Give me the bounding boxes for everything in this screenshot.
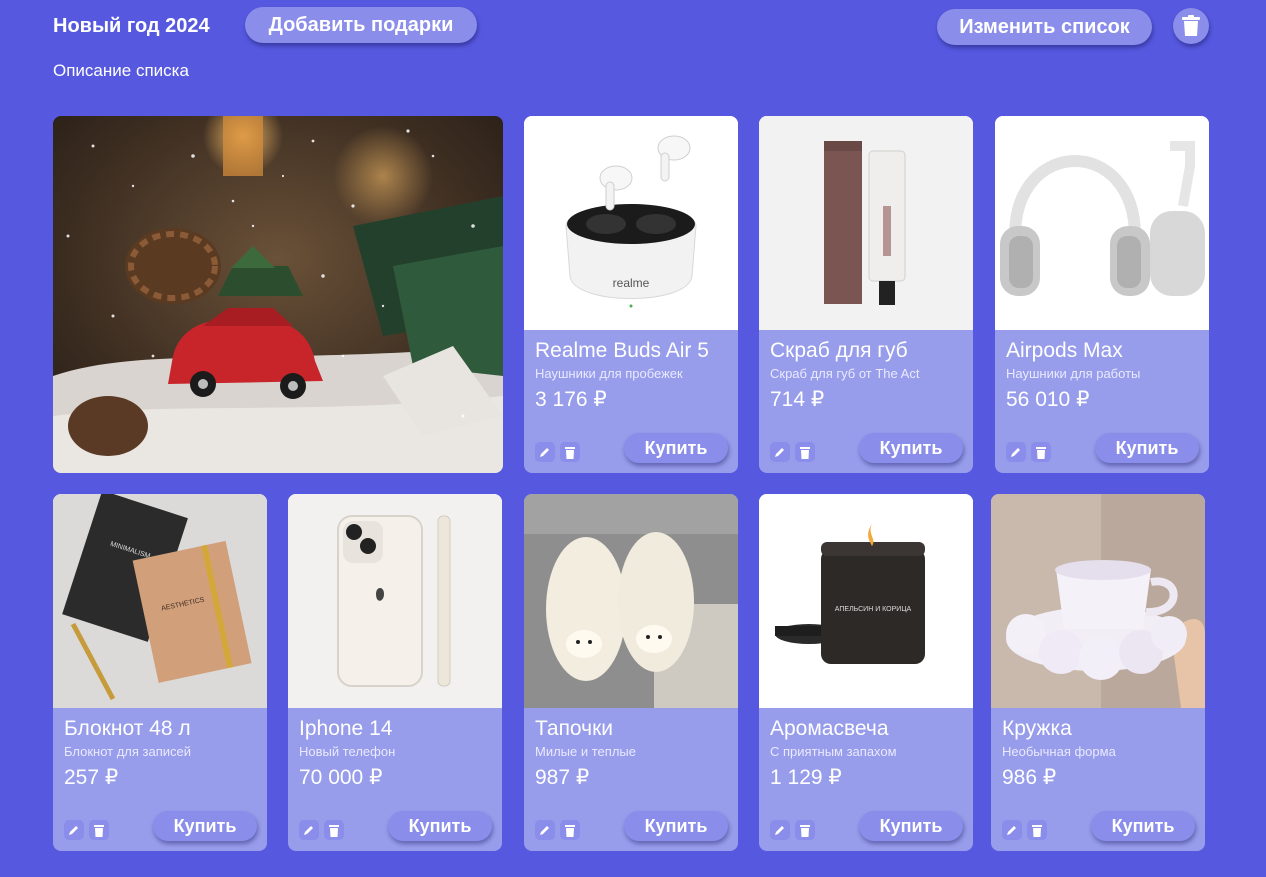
- edit-gift-button[interactable]: [299, 820, 319, 840]
- trash-icon: [565, 446, 575, 459]
- add-gifts-button[interactable]: Добавить подарки: [245, 7, 477, 43]
- gift-price: 257 ₽: [64, 766, 119, 789]
- buy-button[interactable]: Купить: [859, 433, 963, 463]
- gift-description: Необычная форма: [1002, 744, 1116, 759]
- gift-image: [288, 494, 502, 708]
- pencil-icon: [1010, 446, 1022, 458]
- delete-gift-button[interactable]: [560, 442, 580, 462]
- gift-image: realme: [524, 116, 738, 330]
- trash-icon: [1036, 446, 1046, 459]
- pencil-icon: [774, 824, 786, 836]
- delete-gift-button[interactable]: [1027, 820, 1047, 840]
- trash-icon: [1182, 15, 1200, 37]
- edit-gift-button[interactable]: [770, 820, 790, 840]
- gift-name: Airpods Max: [1006, 339, 1123, 362]
- edit-gift-button[interactable]: [535, 820, 555, 840]
- trash-icon: [565, 824, 575, 837]
- gift-image: [995, 116, 1209, 330]
- gift-name: Кружка: [1002, 717, 1072, 740]
- gift-image: АПЕЛЬСИН И КОРИЦА: [759, 494, 973, 708]
- list-description: Описание списка: [53, 61, 189, 80]
- buy-button[interactable]: Купить: [624, 811, 728, 841]
- list-title: Новый год 2024: [53, 15, 210, 37]
- gift-price: 70 000 ₽: [299, 766, 383, 789]
- edit-gift-button[interactable]: [64, 820, 84, 840]
- gift-card: Тапочки Милые и теплые 987 ₽ Купить: [524, 494, 738, 851]
- edit-gift-button[interactable]: [1006, 442, 1026, 462]
- gift-card: Скраб для губ Скраб для губ от The Act 7…: [759, 116, 973, 473]
- list-cover-image: [53, 116, 503, 473]
- gift-image: [991, 494, 1205, 708]
- gift-description: Скраб для губ от The Act: [770, 366, 920, 381]
- gift-price: 986 ₽: [1002, 766, 1057, 789]
- delete-gift-button[interactable]: [795, 442, 815, 462]
- gift-description: С приятным запахом: [770, 744, 897, 759]
- buy-button[interactable]: Купить: [1091, 811, 1195, 841]
- gift-price: 987 ₽: [535, 766, 590, 789]
- delete-gift-button[interactable]: [324, 820, 344, 840]
- gift-image: [524, 494, 738, 708]
- trash-icon: [1032, 824, 1042, 837]
- pencil-icon: [303, 824, 315, 836]
- trash-icon: [94, 824, 104, 837]
- gift-description: Наушники для пробежек: [535, 366, 683, 381]
- delete-gift-button[interactable]: [795, 820, 815, 840]
- gift-name: Iphone 14: [299, 717, 393, 740]
- pencil-icon: [539, 446, 551, 458]
- gift-card: АПЕЛЬСИН И КОРИЦА Аромасвеча С приятным …: [759, 494, 973, 851]
- gift-price: 56 010 ₽: [1006, 388, 1090, 411]
- delete-gift-button[interactable]: [89, 820, 109, 840]
- gift-description: Новый телефон: [299, 744, 396, 759]
- delete-gift-button[interactable]: [1031, 442, 1051, 462]
- edit-list-button[interactable]: Изменить список: [937, 9, 1152, 45]
- buy-button[interactable]: Купить: [1095, 433, 1199, 463]
- trash-icon: [329, 824, 339, 837]
- gift-card: Кружка Необычная форма 986 ₽ Купить: [991, 494, 1205, 851]
- gift-description: Наушники для работы: [1006, 366, 1141, 381]
- buy-button[interactable]: Купить: [388, 811, 492, 841]
- trash-icon: [800, 824, 810, 837]
- gift-image: [759, 116, 973, 330]
- pencil-icon: [539, 824, 551, 836]
- gift-price: 1 129 ₽: [770, 766, 842, 789]
- gift-price: 714 ₽: [770, 388, 825, 411]
- gift-card: realme Realme Buds Air 5 Наушники для пр…: [524, 116, 738, 473]
- earbuds-brand-text: realme: [613, 276, 650, 290]
- gift-image: MINIMALISM AESTHETICS: [53, 494, 267, 708]
- gift-card: Airpods Max Наушники для работы 56 010 ₽…: [995, 116, 1209, 473]
- gift-name: Realme Buds Air 5: [535, 339, 709, 362]
- edit-gift-button[interactable]: [535, 442, 555, 462]
- gift-name: Скраб для губ: [770, 339, 908, 362]
- gift-description: Блокнот для записей: [64, 744, 192, 759]
- delete-gift-button[interactable]: [560, 820, 580, 840]
- gift-name: Аромасвеча: [770, 717, 889, 740]
- pencil-icon: [1006, 824, 1018, 836]
- delete-list-button[interactable]: [1173, 8, 1209, 44]
- pencil-icon: [774, 446, 786, 458]
- candle-label-text: АПЕЛЬСИН И КОРИЦА: [835, 606, 912, 613]
- edit-gift-button[interactable]: [770, 442, 790, 462]
- pencil-icon: [68, 824, 80, 836]
- gift-card: Iphone 14 Новый телефон 70 000 ₽ Купить: [288, 494, 502, 851]
- gift-description: Милые и теплые: [535, 744, 636, 759]
- gift-price: 3 176 ₽: [535, 388, 607, 411]
- buy-button[interactable]: Купить: [153, 811, 257, 841]
- buy-button[interactable]: Купить: [859, 811, 963, 841]
- gift-name: Тапочки: [535, 717, 614, 740]
- buy-button[interactable]: Купить: [624, 433, 728, 463]
- trash-icon: [800, 446, 810, 459]
- edit-gift-button[interactable]: [1002, 820, 1022, 840]
- gift-name: Блокнот 48 л: [64, 717, 191, 740]
- gift-card: MINIMALISM AESTHETICS Блокнот 48 л Блокн…: [53, 494, 267, 851]
